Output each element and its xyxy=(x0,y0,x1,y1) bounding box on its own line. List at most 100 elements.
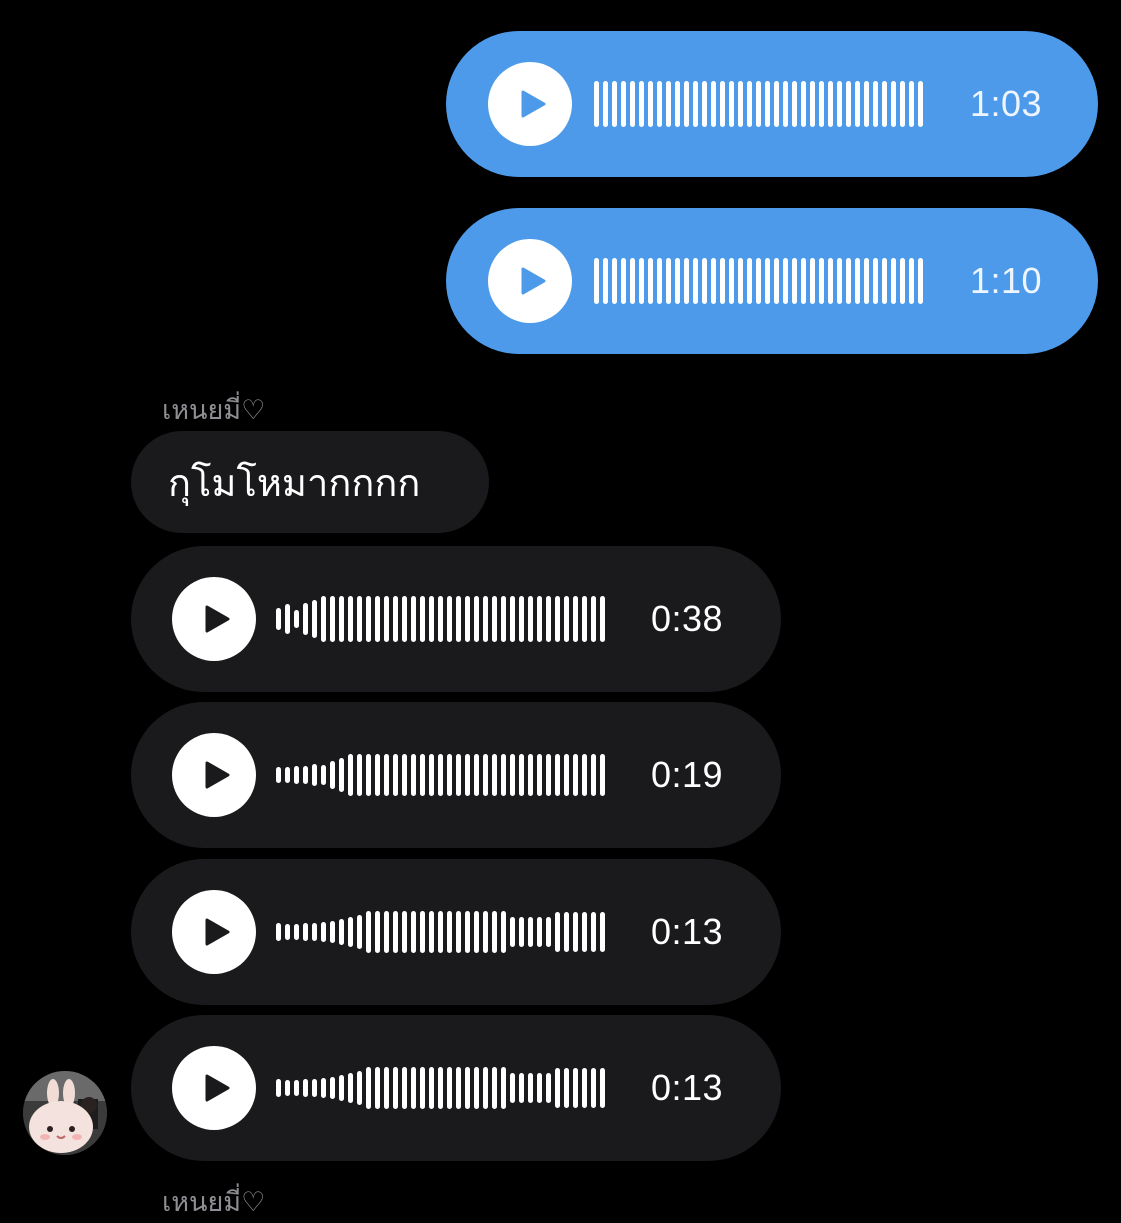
waveform-bar xyxy=(528,917,533,947)
waveform-bar xyxy=(675,81,680,127)
received-voice-message[interactable]: 0:19 xyxy=(131,702,781,848)
waveform-bar xyxy=(312,1079,317,1097)
waveform-bar xyxy=(339,919,344,945)
sender-avatar[interactable] xyxy=(23,1071,107,1155)
waveform-bar xyxy=(393,911,398,953)
waveform-bar xyxy=(639,258,644,304)
waveform-bar xyxy=(873,81,878,127)
waveform-bar xyxy=(873,258,878,304)
waveform-bar xyxy=(402,596,407,642)
waveform-bar xyxy=(657,81,662,127)
play-button[interactable] xyxy=(172,577,256,661)
play-button[interactable] xyxy=(488,239,572,323)
waveform-bar xyxy=(846,258,851,304)
play-icon xyxy=(205,761,230,789)
waveform-bar xyxy=(492,596,497,642)
waveform-bar xyxy=(564,754,569,796)
received-voice-message[interactable]: 0:38 xyxy=(131,546,781,692)
waveform-bar xyxy=(591,912,596,952)
waveform-bar xyxy=(546,1073,551,1103)
waveform[interactable] xyxy=(276,569,605,669)
waveform[interactable] xyxy=(276,882,605,982)
waveform-bar xyxy=(891,81,896,127)
play-button[interactable] xyxy=(172,1046,256,1130)
waveform[interactable] xyxy=(594,231,923,331)
waveform-bar xyxy=(276,923,281,941)
waveform-bar xyxy=(648,258,653,304)
waveform-bar xyxy=(573,754,578,796)
waveform-bar xyxy=(711,81,716,127)
waveform-bar xyxy=(339,758,344,792)
waveform-bar xyxy=(582,1068,587,1108)
waveform-bar xyxy=(546,596,551,642)
waveform-bar xyxy=(438,1067,443,1109)
voice-duration: 0:19 xyxy=(651,754,724,795)
play-button[interactable] xyxy=(488,62,572,146)
waveform-bar xyxy=(738,258,743,304)
waveform-bar xyxy=(729,258,734,304)
waveform-bar xyxy=(774,258,779,304)
waveform-bar xyxy=(285,604,290,634)
waveform-bar xyxy=(438,754,443,796)
waveform-bar xyxy=(429,1067,434,1109)
waveform-bar xyxy=(564,596,569,642)
waveform-bar xyxy=(918,258,923,304)
sent-voice-message[interactable]: 1:03 xyxy=(446,31,1098,177)
waveform-bar xyxy=(348,1073,353,1103)
waveform-bar xyxy=(483,1067,488,1109)
waveform-bar xyxy=(582,754,587,796)
received-text-message[interactable]: กุโมโหมากกกก xyxy=(131,431,489,533)
waveform-bar xyxy=(276,767,281,783)
waveform-bar xyxy=(528,754,533,796)
waveform-bar xyxy=(501,1067,506,1109)
waveform-bar xyxy=(564,1068,569,1108)
waveform[interactable] xyxy=(276,1038,605,1138)
waveform-bar xyxy=(393,1067,398,1109)
waveform-bar xyxy=(330,596,335,642)
waveform-bar xyxy=(729,81,734,127)
waveform-bar xyxy=(747,81,752,127)
waveform-bar xyxy=(900,81,905,127)
waveform-bar xyxy=(792,258,797,304)
waveform-bar xyxy=(456,1067,461,1109)
waveform-bar xyxy=(837,81,842,127)
waveform-bar xyxy=(501,911,506,953)
waveform-bar xyxy=(582,596,587,642)
waveform-bar xyxy=(348,917,353,947)
waveform-bar xyxy=(621,81,626,127)
waveform-bar xyxy=(612,258,617,304)
waveform-bar xyxy=(510,596,515,642)
waveform-bar xyxy=(684,258,689,304)
waveform-bar xyxy=(294,766,299,784)
waveform-bar xyxy=(285,767,290,783)
waveform-bar xyxy=(510,1073,515,1103)
waveform-bar xyxy=(738,81,743,127)
waveform-bar xyxy=(312,600,317,638)
voice-duration: 0:13 xyxy=(651,1067,724,1108)
waveform-bar xyxy=(855,258,860,304)
waveform[interactable] xyxy=(276,725,605,825)
voice-duration: 0:38 xyxy=(651,598,724,639)
waveform-bar xyxy=(411,911,416,953)
waveform-bar xyxy=(573,596,578,642)
waveform-bar xyxy=(393,754,398,796)
waveform-bar xyxy=(429,754,434,796)
waveform-bar xyxy=(285,1080,290,1096)
waveform-bar xyxy=(420,1067,425,1109)
received-voice-message[interactable]: 0:13 xyxy=(131,859,781,1005)
received-voice-message[interactable]: 0:13 xyxy=(131,1015,781,1161)
waveform-bar xyxy=(666,258,671,304)
play-button[interactable] xyxy=(172,890,256,974)
waveform[interactable] xyxy=(594,54,923,154)
waveform-bar xyxy=(321,922,326,942)
voice-duration: 1:10 xyxy=(970,260,1043,301)
sent-voice-message[interactable]: 1:10 xyxy=(446,208,1098,354)
play-button[interactable] xyxy=(172,733,256,817)
waveform-bar xyxy=(909,258,914,304)
waveform-bar xyxy=(366,1067,371,1109)
waveform-bar xyxy=(810,258,815,304)
waveform-bar xyxy=(603,81,608,127)
voice-duration: 1:03 xyxy=(970,83,1043,124)
waveform-bar xyxy=(474,1067,479,1109)
waveform-bar xyxy=(555,596,560,642)
